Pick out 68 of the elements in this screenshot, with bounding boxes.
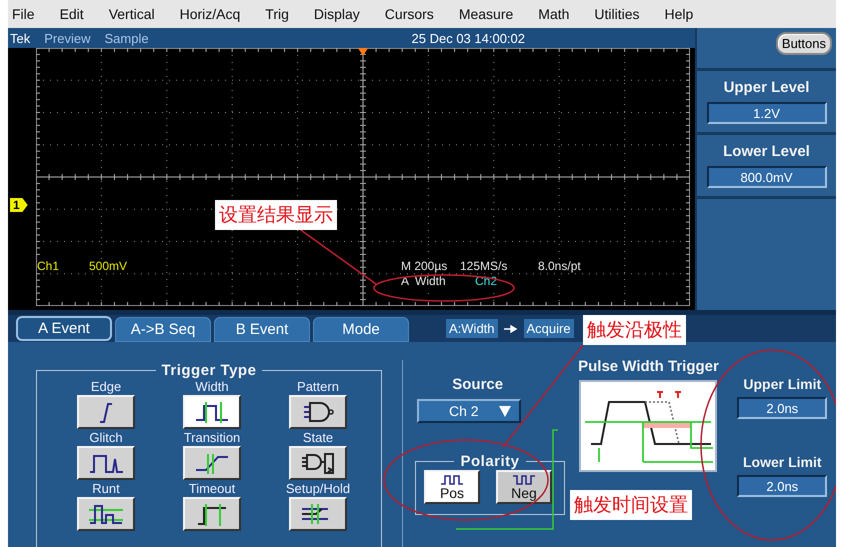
- annotation-label: 触发沿极性: [583, 315, 686, 345]
- level-label: Lower Level: [723, 143, 810, 160]
- menu-item[interactable]: Trig: [265, 6, 302, 22]
- trigger-type-button[interactable]: [183, 395, 241, 429]
- limit-field[interactable]: 2.0ns: [737, 475, 828, 497]
- trigger-type-button[interactable]: [289, 446, 347, 480]
- polarity-button[interactable]: Neg: [496, 470, 552, 504]
- timebase-readout: M 200µs: [401, 260, 448, 273]
- trigger-type-label: Edge: [90, 379, 122, 394]
- arrow-icon: [504, 324, 518, 332]
- neg-pulse-icon: [511, 474, 537, 486]
- polarity-button[interactable]: Pos: [424, 470, 480, 504]
- sample-rate-readout: 125MS/s: [460, 260, 508, 273]
- channel-marker[interactable]: 1: [10, 198, 28, 212]
- tab[interactable]: B Event: [214, 317, 310, 342]
- trigger-type-button[interactable]: [183, 446, 241, 480]
- annotation-label: 设置结果显示: [215, 200, 337, 230]
- trigger-type-label: Setup/Hold: [286, 481, 350, 496]
- menu-item[interactable]: Utilities: [594, 6, 653, 22]
- scale-readout: 500mV: [89, 260, 128, 273]
- tab[interactable]: A Event: [16, 316, 112, 341]
- trigger-type-button[interactable]: [77, 446, 135, 480]
- limit-label: Upper Limit: [743, 376, 822, 392]
- menu-item[interactable]: Math: [538, 6, 582, 22]
- channel-readout: Ch1: [37, 260, 60, 273]
- menu-item[interactable]: File: [12, 6, 48, 22]
- trigger-type-button[interactable]: [289, 395, 347, 429]
- trigger-type-label: Timeout: [188, 481, 236, 496]
- buttons-toggle[interactable]: Buttons: [776, 32, 832, 55]
- acquire-chip: Acquire: [524, 319, 574, 338]
- tab[interactable]: A->B Seq: [115, 317, 211, 342]
- acquisition-label: Sample: [104, 30, 149, 46]
- menu-item[interactable]: Edit: [60, 6, 97, 22]
- polarity-title: Polarity: [459, 453, 521, 470]
- source-label: Source: [452, 376, 504, 393]
- trigger-type-chip: A:Width: [446, 319, 498, 338]
- annotation-label: 触发时间设置: [570, 490, 692, 520]
- trigger-type-button[interactable]: [77, 395, 135, 429]
- trigger-type-button[interactable]: [183, 497, 241, 531]
- trigger-type-label: Pattern: [297, 379, 339, 394]
- menu-item[interactable]: Cursors: [384, 6, 447, 22]
- trigger-type-button[interactable]: [289, 497, 347, 531]
- level-field[interactable]: 800.0mV: [706, 166, 826, 188]
- menu-item[interactable]: Horiz/Acq: [180, 6, 254, 22]
- menu-item[interactable]: Measure: [458, 6, 526, 22]
- level-field[interactable]: 1.2V: [706, 102, 826, 124]
- limit-label: Lower Limit: [743, 454, 822, 470]
- trigger-type-label: Glitch: [89, 430, 123, 445]
- limit-field[interactable]: 2.0ns: [737, 397, 828, 419]
- mode-label: Preview: [44, 30, 90, 46]
- date-time: 25 Dec 03 14:00:02: [412, 30, 525, 46]
- trigger-type-title: Trigger Type: [160, 362, 258, 379]
- source-dropdown[interactable]: Ch 2: [417, 399, 521, 423]
- dropdown-caret-icon: [499, 406, 511, 416]
- level-label: Upper Level: [724, 79, 810, 96]
- menu-item[interactable]: Help: [664, 6, 706, 22]
- trigger-type-button[interactable]: [77, 497, 135, 531]
- resolution-readout: 8.0ns/pt: [538, 260, 581, 273]
- brand-label: Tek: [10, 30, 30, 46]
- trigger-type-label: Width: [195, 379, 229, 394]
- menu-item[interactable]: Display: [314, 6, 373, 22]
- trigger-type-label: Transition: [184, 430, 240, 445]
- pos-pulse-icon: [439, 474, 465, 486]
- pulse-width-title: Pulse Width Trigger: [578, 358, 719, 375]
- tab[interactable]: Mode: [313, 317, 409, 342]
- trigger-type-label: State: [302, 430, 334, 445]
- menu-item[interactable]: Vertical: [108, 6, 168, 22]
- trigger-type-label: Runt: [92, 481, 120, 496]
